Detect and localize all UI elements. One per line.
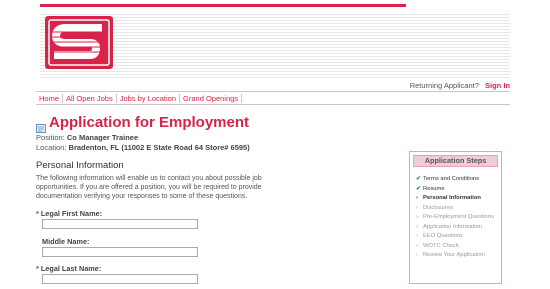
banner-stripe bbox=[40, 71, 510, 72]
application-steps-panel: Application Steps ✔ Terms and Conditions … bbox=[409, 151, 502, 284]
intro-text: The following information will enable us… bbox=[36, 175, 262, 200]
step-item-terms[interactable]: ✔ Terms and Conditions bbox=[416, 176, 500, 183]
step-item-resume[interactable]: ✔ Resume bbox=[416, 186, 500, 193]
page-header: Application for Employment bbox=[36, 114, 250, 133]
step-item-disclosures: › Disclosures bbox=[416, 204, 453, 211]
step-item-personal-info: › Personal Information bbox=[416, 195, 481, 201]
required-marker: * bbox=[36, 209, 39, 218]
middle-name-label: Middle Name: bbox=[42, 237, 90, 246]
header-accent-bar bbox=[40, 4, 406, 7]
bullet-icon: › bbox=[416, 223, 418, 230]
step-item-pre-employment: › Pre-Employment Questions bbox=[416, 214, 494, 220]
main-nav: Home All Open Jobs Jobs by Location Gran… bbox=[36, 93, 243, 104]
position-info: Position: Co Manager Trainee bbox=[36, 133, 138, 142]
nav-grand-openings-link[interactable]: Grand Openings bbox=[180, 94, 241, 103]
check-icon: ✔ bbox=[416, 185, 421, 192]
bullet-icon: › bbox=[416, 252, 418, 258]
bullet-icon: › bbox=[416, 233, 418, 239]
location-value: Bradenton, FL (11002 E State Road 64 Sto… bbox=[68, 143, 250, 152]
returning-label: Returning Applicant? bbox=[409, 81, 479, 90]
nav-home-link[interactable]: Home bbox=[36, 94, 62, 103]
step-item-application-info: › Application Information bbox=[416, 223, 482, 230]
position-value: Co Manager Trainee bbox=[66, 133, 139, 142]
check-icon: ✔ bbox=[416, 176, 421, 182]
steps-list: ✔ Terms and Conditions ✔ Resume › Personal … bbox=[416, 176, 500, 262]
sign-in-link[interactable]: Sign In bbox=[485, 81, 510, 90]
location-info: Location: Bradenton, FL (11002 E State R… bbox=[36, 143, 250, 152]
bullet-icon: › bbox=[416, 214, 418, 220]
bullet-icon: › bbox=[416, 204, 418, 211]
nav-all-open-jobs-link[interactable]: All Open Jobs bbox=[63, 94, 116, 103]
section-title: Personal Information bbox=[36, 160, 124, 171]
nav-divider-top bbox=[36, 91, 510, 92]
last-name-input[interactable] bbox=[42, 274, 198, 284]
form-icon bbox=[36, 120, 46, 133]
steps-title: Application Steps bbox=[413, 155, 498, 167]
page-title: Application for Employment bbox=[49, 114, 250, 131]
nav-separator bbox=[241, 94, 243, 103]
location-label: Location: bbox=[36, 143, 67, 152]
step-item-wotc: › WOTC Check bbox=[416, 242, 459, 249]
step-item-eeo: › EEO Questions bbox=[416, 233, 463, 239]
company-logo[interactable] bbox=[44, 15, 114, 70]
first-name-label: * Legal First Name: bbox=[36, 209, 103, 218]
step-item-review: › Review Your Application bbox=[416, 252, 485, 258]
first-name-input[interactable] bbox=[42, 219, 198, 229]
banner-stripe bbox=[40, 77, 510, 78]
arrow-icon: › bbox=[416, 195, 418, 201]
required-marker: * bbox=[36, 264, 39, 273]
nav-jobs-by-location-link[interactable]: Jobs by Location bbox=[117, 94, 179, 103]
nav-divider-bottom bbox=[36, 104, 510, 105]
bullet-icon: › bbox=[416, 242, 418, 249]
middle-name-input[interactable] bbox=[42, 247, 198, 257]
last-name-label: * Legal Last Name: bbox=[36, 264, 102, 273]
position-label: Position: bbox=[36, 133, 65, 142]
returning-applicant: Returning Applicant? Sign In bbox=[410, 81, 510, 90]
banner-stripe bbox=[40, 74, 510, 75]
